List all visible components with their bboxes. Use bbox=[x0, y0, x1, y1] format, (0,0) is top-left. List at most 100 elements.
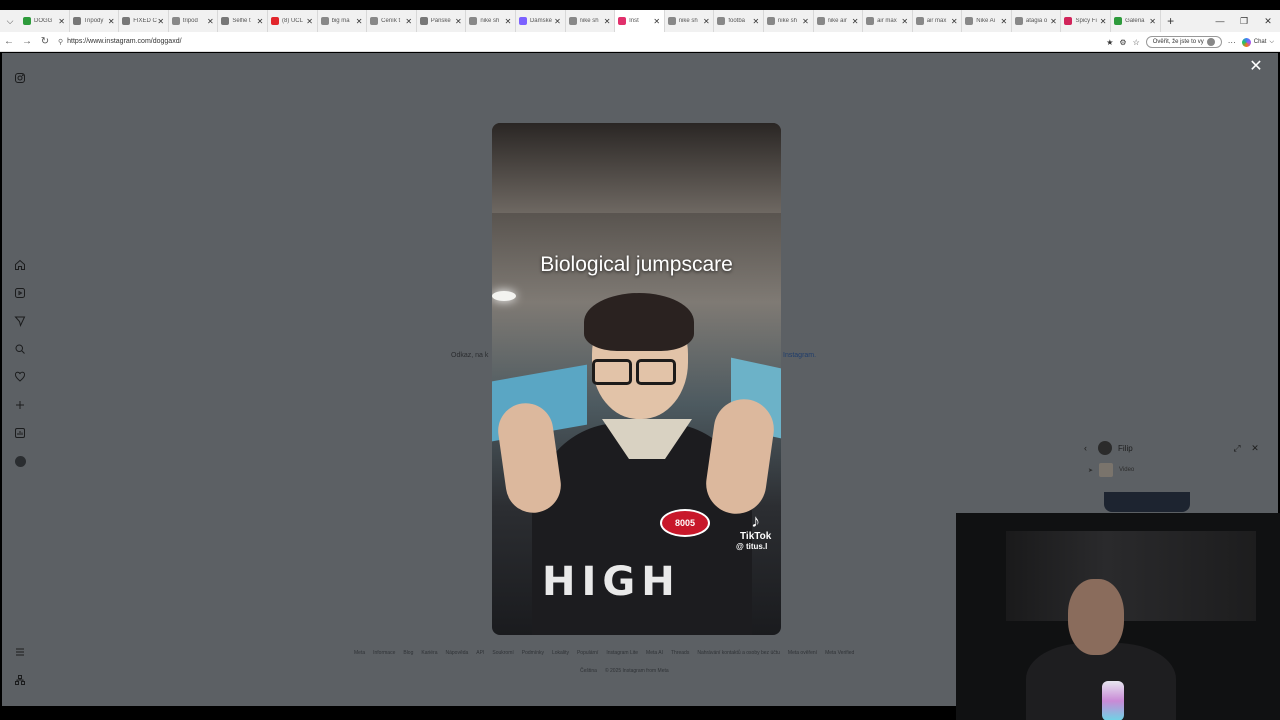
tab-close-icon[interactable]: ✕ bbox=[58, 17, 66, 26]
tab-close-icon[interactable]: ✕ bbox=[206, 17, 214, 26]
footer-link[interactable]: Meta bbox=[354, 650, 365, 656]
notifications-heart-icon[interactable] bbox=[13, 370, 27, 384]
back-icon[interactable]: ← bbox=[0, 36, 18, 47]
tab-close-icon[interactable]: ✕ bbox=[157, 17, 165, 26]
reel-video[interactable]: 8005 HIGH Biological jumpscare ♪ TikTok … bbox=[492, 123, 781, 635]
tab-close-icon[interactable]: ✕ bbox=[504, 17, 512, 26]
browser-tab[interactable]: nike sh ✕ bbox=[764, 10, 814, 32]
tab-search-icon[interactable]: ⌵ bbox=[0, 10, 20, 32]
meta-apps-icon[interactable] bbox=[13, 673, 27, 687]
more-menu-icon[interactable]: ··· bbox=[1228, 38, 1236, 47]
copilot-chat-button[interactable]: Chat ⌵ bbox=[1241, 37, 1274, 47]
footer-link[interactable]: API bbox=[476, 650, 484, 656]
tab-close-icon[interactable]: ✕ bbox=[1149, 17, 1157, 26]
browser-tab[interactable]: (8) UCL ✕ bbox=[268, 10, 318, 32]
tab-close-icon[interactable]: ✕ bbox=[950, 17, 958, 26]
footer-link[interactable]: Nápověda bbox=[446, 650, 469, 656]
create-plus-icon[interactable] bbox=[13, 398, 27, 412]
footer-link[interactable]: Podmínky bbox=[522, 650, 544, 656]
browser-tab[interactable]: nike sh ✕ bbox=[665, 10, 715, 32]
tab-close-icon[interactable]: ✕ bbox=[802, 17, 810, 26]
footer-link[interactable]: Threads bbox=[671, 650, 689, 656]
browser-tab[interactable]: Galeria ✕ bbox=[1111, 10, 1161, 32]
browser-tab[interactable]: Spicy Fi ✕ bbox=[1061, 10, 1112, 32]
footer-link[interactable]: Nahrávání kontaktů a osoby bez účtu bbox=[697, 650, 780, 656]
tab-close-icon[interactable]: ✕ bbox=[454, 17, 462, 26]
footer-link[interactable]: Meta AI bbox=[646, 650, 663, 656]
home-icon[interactable] bbox=[13, 258, 27, 272]
browser-tab[interactable]: big ma ✕ bbox=[318, 10, 368, 32]
browser-tab[interactable]: Inst ✕ bbox=[615, 10, 665, 32]
contact-name[interactable]: Filip bbox=[1118, 444, 1228, 453]
tab-close-icon[interactable]: ✕ bbox=[1049, 17, 1057, 26]
menu-hamburger-icon[interactable] bbox=[13, 645, 27, 659]
browser-tab[interactable]: air max ✕ bbox=[863, 10, 913, 32]
browser-tab[interactable]: Tripody ✕ bbox=[70, 10, 120, 32]
browser-tab[interactable]: nike air ✕ bbox=[814, 10, 864, 32]
tab-close-icon[interactable]: ✕ bbox=[603, 17, 611, 26]
browser-tab[interactable]: Ceník t ✕ bbox=[367, 10, 417, 32]
tab-close-icon[interactable]: ✕ bbox=[901, 17, 909, 26]
tab-close-icon[interactable]: ✕ bbox=[256, 17, 264, 26]
tab-close-icon[interactable]: ✕ bbox=[1099, 17, 1107, 26]
tab-close-icon[interactable]: ✕ bbox=[1000, 17, 1008, 26]
tab-close-icon[interactable]: ✕ bbox=[752, 17, 760, 26]
browser-tab[interactable]: Dámské ✕ bbox=[516, 10, 566, 32]
tab-close-icon[interactable]: ✕ bbox=[851, 17, 859, 26]
site-info-icon[interactable]: ⚲ bbox=[58, 38, 63, 46]
browser-tab[interactable]: nike sh ✕ bbox=[566, 10, 616, 32]
footer-link[interactable]: Instagram Lite bbox=[606, 650, 638, 656]
profile-verify-button[interactable]: Ověřit, že jste to vy bbox=[1145, 36, 1222, 48]
close-window-icon[interactable]: ✕ bbox=[1256, 10, 1280, 32]
tab-close-icon[interactable]: ✕ bbox=[702, 17, 710, 26]
forward-icon[interactable]: → bbox=[18, 36, 36, 47]
bookmark-star-icon[interactable]: ★ bbox=[1106, 38, 1113, 47]
browser-tab[interactable]: Selfie t ✕ bbox=[218, 10, 268, 32]
instagram-logo-icon[interactable] bbox=[13, 71, 27, 85]
close-modal-icon[interactable]: ✕ bbox=[1248, 59, 1264, 75]
favorites-icon[interactable]: ☆ bbox=[1133, 38, 1140, 47]
browser-tab[interactable]: atagia o ✕ bbox=[1012, 10, 1062, 32]
message-item[interactable]: ➤ Video bbox=[1084, 460, 1264, 480]
footer-link[interactable]: Blog bbox=[403, 650, 413, 656]
footer-language[interactable]: Čeština bbox=[580, 668, 597, 674]
new-tab-button[interactable]: + bbox=[1161, 14, 1181, 28]
tab-close-icon[interactable]: ✕ bbox=[306, 17, 314, 26]
browser-tab[interactable]: nike sh ✕ bbox=[466, 10, 516, 32]
browser-tab[interactable]: air max ✕ bbox=[913, 10, 963, 32]
footer-link[interactable]: Populární bbox=[577, 650, 598, 656]
tab-close-icon[interactable]: ✕ bbox=[107, 17, 115, 26]
browser-tab[interactable]: footba ✕ bbox=[714, 10, 764, 32]
extensions-icon[interactable]: ⚙ bbox=[1119, 38, 1126, 47]
tab-close-icon[interactable]: ✕ bbox=[653, 17, 661, 26]
dashboard-icon[interactable] bbox=[13, 426, 27, 440]
close-chat-icon[interactable]: ✕ bbox=[1246, 443, 1264, 454]
footer-link[interactable]: Lokality bbox=[552, 650, 569, 656]
footer-link[interactable]: Meta Verified bbox=[825, 650, 854, 656]
search-icon[interactable] bbox=[13, 342, 27, 356]
tab-close-icon[interactable]: ✕ bbox=[554, 17, 562, 26]
footer-link[interactable]: Soukromí bbox=[492, 650, 513, 656]
expand-icon[interactable]: ⤢ bbox=[1228, 443, 1246, 454]
webcam-overlay bbox=[956, 513, 1280, 720]
browser-tab[interactable]: Nike Ai ✕ bbox=[962, 10, 1012, 32]
browser-tab[interactable]: tripod ✕ bbox=[169, 10, 219, 32]
background-link-right[interactable]: Instagram. bbox=[783, 352, 816, 359]
minimize-icon[interactable]: — bbox=[1208, 10, 1232, 32]
browser-tab[interactable]: FIXED C ✕ bbox=[119, 10, 169, 32]
reels-icon[interactable] bbox=[13, 286, 27, 300]
url-field[interactable]: ⚲ https://www.instagram.com/doggaxd/ bbox=[58, 38, 1058, 46]
footer-link[interactable]: Informace bbox=[373, 650, 395, 656]
messages-icon[interactable] bbox=[13, 314, 27, 328]
profile-avatar-icon[interactable] bbox=[13, 454, 27, 468]
tab-close-icon[interactable]: ✕ bbox=[355, 17, 363, 26]
browser-tab[interactable]: Pánské ✕ bbox=[417, 10, 467, 32]
footer-link[interactable]: Meta ověření bbox=[788, 650, 817, 656]
reload-icon[interactable]: ↻ bbox=[36, 36, 54, 47]
tab-close-icon[interactable]: ✕ bbox=[405, 17, 413, 26]
tab-title: FIXED C bbox=[133, 18, 157, 24]
browser-tab[interactable]: DOGG ✕ bbox=[20, 10, 70, 32]
footer-link[interactable]: Kariéra bbox=[421, 650, 437, 656]
restore-icon[interactable]: ❐ bbox=[1232, 10, 1256, 32]
chevron-left-icon[interactable]: ‹ bbox=[1084, 443, 1098, 453]
